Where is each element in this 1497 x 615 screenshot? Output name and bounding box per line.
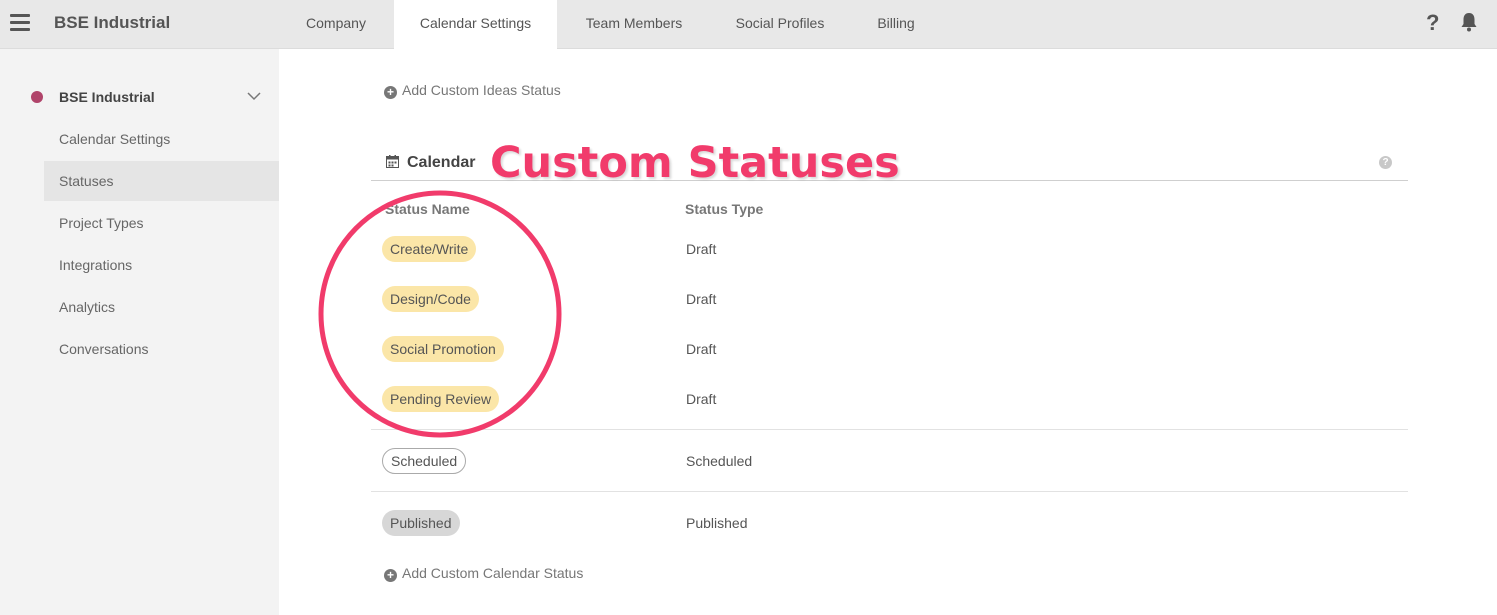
divider (371, 491, 1408, 492)
sidebar-item-conversations[interactable]: Conversations (44, 329, 279, 369)
section-title: Calendar (407, 154, 476, 171)
add-custom-ideas-status-link[interactable]: + Add Custom Ideas Status (384, 82, 561, 99)
status-type: Draft (686, 291, 717, 307)
chevron-down-icon[interactable] (247, 89, 261, 103)
sidebar-item-label: Analytics (59, 299, 116, 315)
tab-social-profiles[interactable]: Social Profiles (715, 0, 845, 48)
app-title: BSE Industrial (54, 13, 171, 32)
sidebar-item-label: Conversations (59, 341, 149, 357)
calendar-icon (386, 155, 399, 168)
annotation-label: Custom Statuses (490, 138, 900, 188)
bell-icon[interactable] (1460, 12, 1478, 38)
sidebar-item-label: Calendar Settings (59, 131, 171, 147)
tab-calendar-settings[interactable]: Calendar Settings (394, 0, 557, 49)
status-type: Scheduled (686, 453, 753, 469)
status-pill[interactable]: Scheduled (382, 448, 467, 474)
add-ideas-status-label: Add Custom Ideas Status (402, 82, 561, 98)
plus-circle-icon: + (384, 86, 397, 99)
help-icon[interactable]: ? (1426, 10, 1439, 36)
sidebar-item-analytics[interactable]: Analytics (44, 287, 279, 327)
org-selector[interactable]: BSE Industrial (0, 85, 279, 111)
section-help-icon[interactable]: ? (1379, 156, 1392, 169)
column-header-status-type: Status Type (685, 201, 764, 217)
annotation-circle (318, 190, 562, 438)
sidebar: BSE Industrial Calendar Settings Statuse… (0, 49, 279, 615)
tab-billing[interactable]: Billing (858, 0, 934, 48)
status-type: Draft (686, 341, 717, 357)
add-calendar-status-label: Add Custom Calendar Status (402, 565, 584, 581)
tab-company[interactable]: Company (285, 0, 387, 48)
sidebar-item-calendar-settings[interactable]: Calendar Settings (44, 119, 279, 159)
plus-circle-icon: + (384, 569, 397, 582)
sidebar-item-project-types[interactable]: Project Types (44, 203, 279, 243)
status-type: Draft (686, 391, 717, 407)
sidebar-item-label: Project Types (59, 215, 144, 231)
org-color-dot (31, 91, 43, 103)
top-bar: BSE Industrial Company Calendar Settings… (0, 0, 1497, 49)
status-type: Published (686, 515, 748, 531)
menu-icon[interactable] (10, 14, 30, 32)
add-custom-calendar-status-link[interactable]: + Add Custom Calendar Status (384, 565, 583, 582)
status-type: Draft (686, 241, 717, 257)
sidebar-item-label: Integrations (59, 257, 133, 273)
status-pill[interactable]: Published (382, 510, 460, 536)
sidebar-item-statuses[interactable]: Statuses (44, 161, 279, 201)
sidebar-item-integrations[interactable]: Integrations (44, 245, 279, 285)
tab-team-members[interactable]: Team Members (568, 0, 700, 48)
org-name: BSE Industrial (59, 89, 155, 105)
sidebar-item-label: Statuses (59, 173, 114, 189)
